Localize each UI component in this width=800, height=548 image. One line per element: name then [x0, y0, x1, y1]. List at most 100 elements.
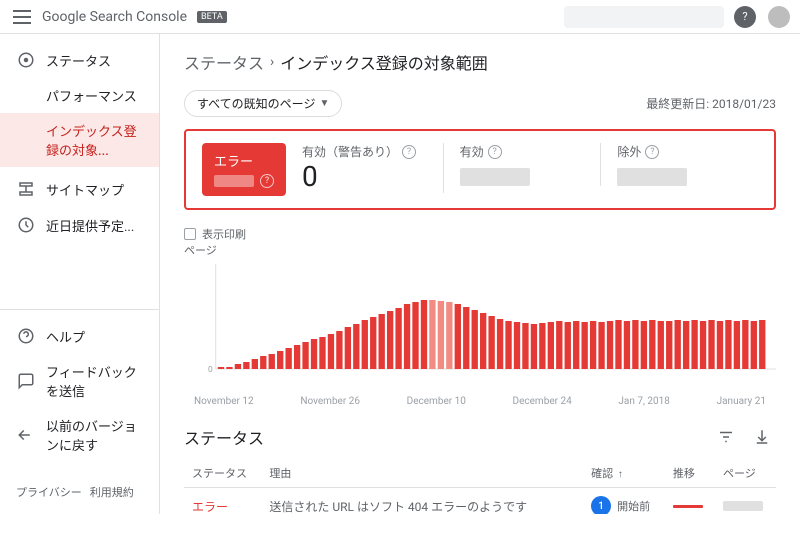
export-checkbox[interactable]: [184, 228, 196, 240]
status-icon: [16, 50, 36, 70]
sort-arrow-confirm: ↑: [618, 469, 623, 480]
error-info-icon[interactable]: ?: [260, 174, 274, 188]
sidebar-item-performance[interactable]: パフォーマンス: [0, 78, 159, 113]
sidebar-item-schedule[interactable]: 近日提供予定...: [0, 207, 159, 243]
col-page: ページ: [715, 459, 776, 488]
sidebar-help-label: ヘルプ: [46, 327, 85, 346]
chart-label-3: December 24: [513, 396, 572, 407]
back-icon: [16, 425, 36, 445]
sidebar-item-schedule-label: 近日提供予定...: [46, 216, 134, 235]
excluded-placeholder: [617, 168, 687, 186]
filter-action-icon[interactable]: [712, 423, 740, 451]
sidebar-nav: ステータス パフォーマンス インデックス登録の対象... サイトマップ 近日提供…: [0, 42, 159, 309]
main-content: ステータス › インデックス登録の対象範囲 すべての既知のページ ▼ 最終更新日…: [160, 34, 800, 514]
filter-arrow: ▼: [319, 98, 329, 109]
sidebar-item-index-label: インデックス登録の対象...: [46, 121, 143, 159]
last-updated: 最終更新日: 2018/01/23: [646, 95, 776, 112]
error-card-value: ?: [214, 174, 274, 188]
row0-trend-line: [673, 505, 703, 508]
excluded-card: 除外 ?: [601, 143, 758, 186]
chart-y-label: ページ: [184, 242, 776, 258]
sidebar-item-performance-label: パフォーマンス: [46, 86, 137, 105]
valid-card-label: 有効 ?: [460, 143, 585, 160]
sidebar-item-status-label: ステータス: [46, 51, 111, 70]
warning-card-label: 有効（警告あり） ?: [302, 143, 427, 160]
error-card-label: エラー: [214, 151, 274, 170]
breadcrumb-current: インデックス登録の対象範囲: [280, 50, 488, 74]
sidebar-item-status[interactable]: ステータス: [0, 42, 159, 78]
chart-label-1: November 26: [300, 396, 360, 407]
valid-placeholder: [460, 168, 530, 186]
chart-label-2: December 10: [407, 396, 466, 407]
sidebar: ステータス パフォーマンス インデックス登録の対象... サイトマップ 近日提供…: [0, 34, 160, 514]
header-icons: ?: [734, 6, 790, 28]
row0-confirm: 1 開始前: [583, 488, 665, 515]
menu-icon[interactable]: [10, 5, 34, 29]
warning-card: 有効（警告あり） ? 0: [286, 143, 444, 193]
sidebar-item-sitemap-label: サイトマップ: [46, 180, 124, 199]
excluded-card-label: 除外 ?: [617, 143, 742, 160]
sidebar-item-help[interactable]: ヘルプ: [0, 318, 159, 354]
app-logo: Google Search Console BETA: [42, 9, 227, 25]
sidebar-bottom: ヘルプ フィードバックを送信 以前のバージョンに戻す: [0, 309, 159, 470]
table-title: ステータス: [184, 425, 264, 449]
table-header-row: ステータス: [184, 423, 776, 451]
footer-privacy[interactable]: プライバシー: [16, 484, 82, 500]
feedback-icon: [16, 371, 36, 391]
chart-section: ページ 0: [184, 242, 776, 407]
status-cards-container: エラー ? 有効（警告あり） ? 0 有効 ?: [184, 129, 776, 210]
sidebar-feedback-label: フィードバックを送信: [46, 362, 143, 400]
row0-reason: 送信された URL はソフト 404 エラーのようです: [261, 488, 583, 515]
warning-info-icon[interactable]: ?: [402, 145, 416, 159]
footer-terms[interactable]: 利用規約: [90, 484, 134, 500]
chart-x-axis: November 12 November 26 December 10 Dece…: [184, 396, 776, 407]
download-action-icon[interactable]: [748, 423, 776, 451]
export-label: 表示印刷: [202, 226, 246, 242]
user-avatar[interactable]: [768, 6, 790, 28]
warning-card-value: 0: [302, 160, 427, 193]
col-confirm[interactable]: 確認 ↑: [583, 459, 665, 488]
schedule-icon: [16, 215, 36, 235]
page-filter-button[interactable]: すべての既知のページ ▼: [184, 90, 342, 117]
breadcrumb-parent[interactable]: ステータス: [184, 50, 264, 74]
app-header: Google Search Console BETA ?: [0, 0, 800, 34]
help-circle-icon: [16, 326, 36, 346]
sidebar-footer: プライバシー 利用規約: [0, 470, 159, 514]
breadcrumb: ステータス › インデックス登録の対象範囲: [184, 50, 776, 74]
table-section: ステータス ステータス 理由 確認: [184, 423, 776, 514]
export-row: 表示印刷: [184, 226, 776, 242]
col-status: ステータス: [184, 459, 261, 488]
error-card: エラー ?: [202, 143, 286, 196]
valid-info-icon[interactable]: ?: [488, 145, 502, 159]
chart-label-5: January 21: [717, 396, 766, 407]
status-table: ステータス 理由 確認 ↑ 推移 ページ エラー 送信された URL はソフト …: [184, 459, 776, 514]
table-actions: [712, 423, 776, 451]
sidebar-item-sitemap[interactable]: サイトマップ: [0, 171, 159, 207]
valid-card: 有効 ?: [444, 143, 602, 186]
sidebar-oldversion-label: 以前のバージョンに戻す: [46, 416, 143, 454]
footer-links: プライバシー 利用規約: [0, 478, 159, 506]
sidebar-item-oldversion[interactable]: 以前のバージョンに戻す: [0, 408, 159, 462]
logo-text: Google Search Console: [42, 9, 187, 25]
sitemap-icon: [16, 179, 36, 199]
chart-container: 0: [184, 264, 776, 394]
error-placeholder: [214, 175, 254, 187]
excluded-info-icon[interactable]: ?: [645, 145, 659, 159]
main-layout: ステータス パフォーマンス インデックス登録の対象... サイトマップ 近日提供…: [0, 34, 800, 514]
row0-confirm-circle: 1: [591, 496, 611, 514]
svg-text:0: 0: [208, 365, 213, 375]
chart-label-0: November 12: [194, 396, 254, 407]
sidebar-item-feedback[interactable]: フィードバックを送信: [0, 354, 159, 408]
table-row: エラー 送信された URL はソフト 404 エラーのようです 1 開始前: [184, 488, 776, 515]
row0-confirm-label: 開始前: [617, 498, 650, 514]
col-trend: 推移: [665, 459, 715, 488]
header-search: [564, 6, 724, 28]
row0-page-placeholder: [723, 501, 763, 511]
breadcrumb-separator: ›: [270, 54, 274, 70]
beta-badge: BETA: [197, 11, 227, 23]
sidebar-item-index[interactable]: インデックス登録の対象...: [0, 113, 159, 167]
row0-status: エラー: [184, 488, 261, 515]
col-reason: 理由: [261, 459, 583, 488]
help-icon[interactable]: ?: [734, 6, 756, 28]
row0-trend: [665, 488, 715, 515]
